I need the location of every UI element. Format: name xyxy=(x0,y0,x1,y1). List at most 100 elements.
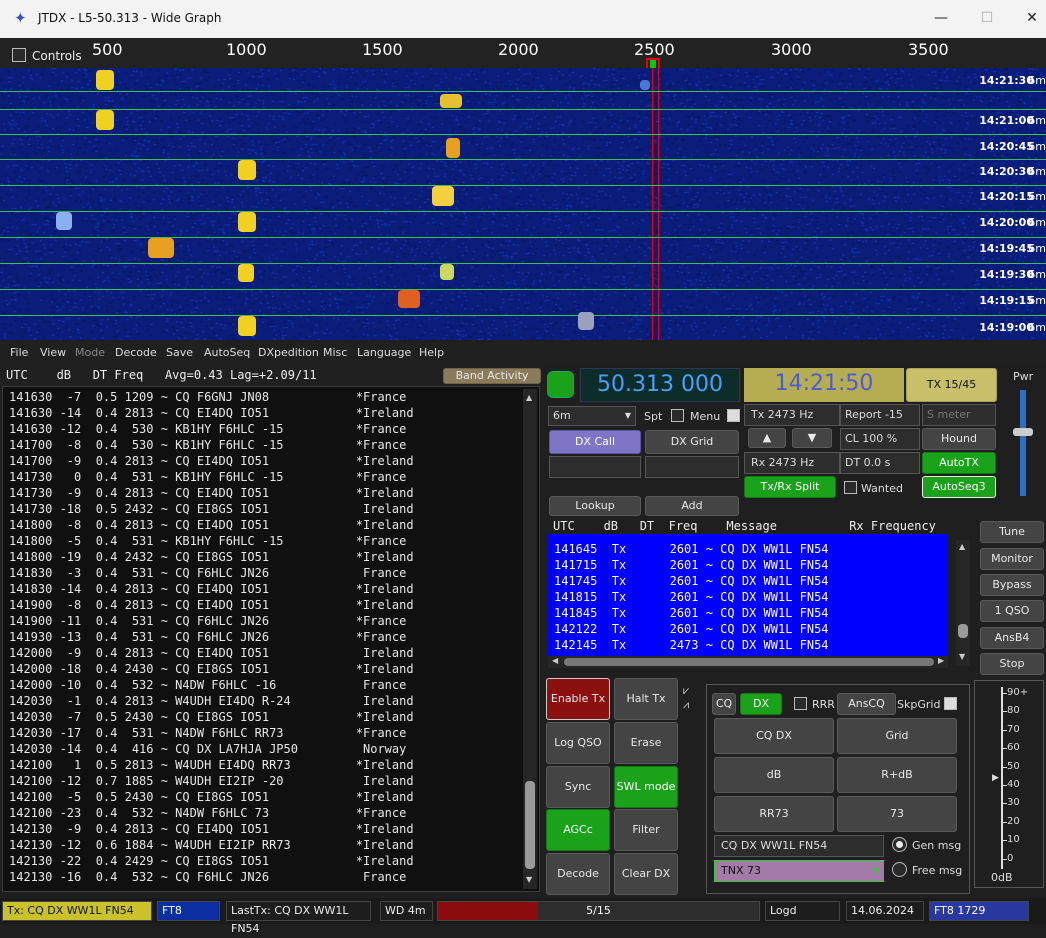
band-activity-button[interactable]: Band Activity xyxy=(443,368,541,384)
grid-button[interactable]: Grid xyxy=(837,718,957,754)
skpgrid-checkbox[interactable] xyxy=(944,697,957,710)
decode-row[interactable]: 141800 -8 0.4 2813 ~ CQ EI4DQ IO51 *Irel… xyxy=(9,518,414,532)
anscq-button[interactable]: AnsCQ xyxy=(837,693,896,715)
decode-row[interactable]: 142130 -9 0.4 2813 ~ CQ EI4DQ IO51 *Irel… xyxy=(9,822,414,836)
band-activity-list[interactable]: 141630 -7 0.5 1209 ~ CQ F6GNJ JN08 *Fran… xyxy=(2,386,540,892)
decode-row[interactable]: 141630 -7 0.5 1209 ~ CQ F6GNJ JN08 *Fran… xyxy=(9,390,406,404)
scroll-down-icon[interactable]: ▼ xyxy=(526,875,532,884)
73-button[interactable]: 73 xyxy=(837,796,957,832)
menu-decode[interactable]: Decode xyxy=(115,346,157,359)
decode-row[interactable]: 141730 0 0.4 531 ~ KB1HY F6HLC -15 *Fran… xyxy=(9,470,406,484)
dx-grid-button[interactable]: DX Grid xyxy=(645,430,739,454)
scroll-up-icon[interactable]: ▲ xyxy=(526,393,532,402)
scroll-up-icon[interactable]: ▲ xyxy=(959,542,965,551)
cq-dx-button[interactable]: CQ DX xyxy=(714,718,834,754)
monitor-button[interactable]: Monitor xyxy=(980,548,1044,570)
decode-row[interactable]: 141800 -5 0.4 531 ~ KB1HY F6HLC -15 *Fra… xyxy=(9,534,406,548)
scroll-thumb[interactable] xyxy=(525,781,535,869)
autoseq3-button[interactable]: AutoSeq3 xyxy=(922,476,996,498)
sync-button[interactable]: Sync xyxy=(546,766,610,808)
rrr-checkbox[interactable] xyxy=(794,697,807,710)
decode-row[interactable]: 141900 -8 0.4 2813 ~ CQ EI4DQ IO51 *Irel… xyxy=(9,598,414,612)
decode-row[interactable]: 142000 -9 0.4 2813 ~ CQ EI4DQ IO51 Irela… xyxy=(9,646,414,660)
spt-checkbox[interactable] xyxy=(671,409,684,422)
decode-row[interactable]: 141830 -3 0.4 531 ~ CQ F6HLC JN26 France xyxy=(9,566,406,580)
stop-button[interactable]: Stop xyxy=(980,653,1044,675)
tx-period-button[interactable]: TX 15/45 xyxy=(906,368,997,402)
wanted-checkbox[interactable] xyxy=(844,481,857,494)
controls-checkbox[interactable] xyxy=(12,48,26,62)
tx-frequency-spinbox[interactable]: Tx 2473 Hz xyxy=(744,404,840,426)
close-icon[interactable]: ✕ xyxy=(1017,6,1046,30)
decode-row[interactable]: 142100 -5 0.5 2430 ~ CQ EI8GS IO51 *Irel… xyxy=(9,790,414,804)
decode-row[interactable]: 142130 -12 0.6 1884 ~ W4UDH EI2IP RR73 *… xyxy=(9,838,414,852)
tx-rx-split-button[interactable]: Tx/Rx Split xyxy=(744,476,836,498)
cl-spinbox[interactable]: CL 100 % xyxy=(840,428,920,450)
halt-tx-button[interactable]: Halt Tx xyxy=(614,678,678,720)
decode-row[interactable]: 142100 1 0.5 2813 ~ W4UDH EI4DQ RR73 *Ir… xyxy=(9,758,414,772)
tx-scrollbar[interactable]: ▲ ▼ xyxy=(956,540,970,666)
minimize-icon[interactable]: — xyxy=(926,6,956,30)
menu-save[interactable]: Save xyxy=(166,346,193,359)
tx-history-row[interactable]: 141845 Tx 2601 ~ CQ DX WW1L FN54 xyxy=(554,606,829,620)
decode-row[interactable]: 142000 -10 0.4 532 ~ N4DW F6HLC -16 Fran… xyxy=(9,678,406,692)
decode-row[interactable]: 141800 -19 0.4 2432 ~ CQ EI8GS IO51 *Ire… xyxy=(9,550,414,564)
bypass-button[interactable]: Bypass xyxy=(980,574,1044,596)
decode-row[interactable]: 142030 -7 0.5 2430 ~ CQ EI8GS IO51 *Irel… xyxy=(9,710,414,724)
r-db-button[interactable]: R+dB xyxy=(837,757,957,793)
tx-history-row[interactable]: 141715 Tx 2601 ~ CQ DX WW1L FN54 xyxy=(554,558,829,572)
dx-button[interactable]: DX xyxy=(740,693,782,715)
filter-button[interactable]: Filter xyxy=(614,809,678,851)
free-message-combo[interactable]: TNX 73 ▼ xyxy=(714,860,884,882)
generated-message-field[interactable]: CQ DX WW1L FN54 xyxy=(714,835,884,857)
agcc-button[interactable]: AGCc xyxy=(546,809,610,851)
decode-row[interactable]: 141830 -14 0.4 2813 ~ CQ EI4DQ IO51 *Ire… xyxy=(9,582,414,596)
menu-checkbox[interactable] xyxy=(727,409,740,422)
lookup-button[interactable]: Lookup xyxy=(549,496,641,516)
rx-frequency-spinbox[interactable]: Rx 2473 Hz xyxy=(744,452,840,474)
waterfall-display[interactable]: 14:21:30 6m 14:21:00 6m 14:20:45 6m 14:20:30 6m… xyxy=(0,68,1046,340)
decode-row[interactable]: 142030 -17 0.4 531 ~ N4DW F6HLC RR73 *Fr… xyxy=(9,726,406,740)
report-spinbox[interactable]: Report -15 xyxy=(840,404,920,426)
clear-dx-button[interactable]: Clear DX xyxy=(614,853,678,895)
tx-history-row[interactable]: 141745 Tx 2601 ~ CQ DX WW1L FN54 xyxy=(554,574,829,588)
menu-autoseq[interactable]: AutoSeq xyxy=(204,346,250,359)
s-meter-field[interactable]: S meter xyxy=(922,404,996,426)
decode-row[interactable]: 141700 -9 0.4 2813 ~ CQ EI4DQ IO51 *Irel… xyxy=(9,454,414,468)
gen-msg-radio[interactable] xyxy=(892,837,907,852)
tx-history-list[interactable]: 141645 Tx 2601 ~ CQ DX WW1L FN54 141715 T… xyxy=(548,534,948,656)
band-select[interactable]: 6m ▼ xyxy=(548,406,636,426)
decode-row[interactable]: 142130 -22 0.4 2429 ~ CQ EI8GS IO51 *Ire… xyxy=(9,854,414,868)
tx-history-row[interactable]: 141815 Tx 2601 ~ CQ DX WW1L FN54 xyxy=(554,590,829,604)
maximize-icon[interactable]: ☐ xyxy=(972,6,1002,30)
menu-mode[interactable]: Mode xyxy=(75,346,105,359)
autotx-button[interactable]: AutoTX xyxy=(922,452,996,474)
ansb4-button[interactable]: AnsB4 xyxy=(980,627,1044,649)
menu-language[interactable]: Language xyxy=(357,346,411,359)
scroll-thumb[interactable] xyxy=(564,658,934,666)
tune-button[interactable]: Tune xyxy=(980,521,1044,543)
dx-call-input[interactable] xyxy=(549,456,641,478)
decode-row[interactable]: 141730 -18 0.5 2432 ~ CQ EI8GS IO51 Irel… xyxy=(9,502,414,516)
dial-frequency-display[interactable]: 50.313 000 xyxy=(580,368,740,402)
decode-scrollbar[interactable]: ▲ ▼ xyxy=(523,389,537,889)
decode-button[interactable]: Decode xyxy=(546,853,610,895)
rr73-button[interactable]: RR73 xyxy=(714,796,834,832)
pwr-slider-handle[interactable] xyxy=(1013,428,1033,436)
decode-row[interactable]: 142130 -16 0.4 532 ~ CQ F6HLC JN26 Franc… xyxy=(9,870,406,884)
decode-row[interactable]: 141630 -14 0.4 2813 ~ CQ EI4DQ IO51 *Ire… xyxy=(9,406,414,420)
dx-grid-input[interactable] xyxy=(645,456,739,478)
dt-spinbox[interactable]: DT 0.0 s xyxy=(840,452,920,474)
swl-mode-button[interactable]: SWL mode xyxy=(614,766,678,808)
decode-row[interactable]: 141730 -9 0.4 2813 ~ CQ EI4DQ IO51 *Irel… xyxy=(9,486,414,500)
decode-row[interactable]: 142100 -23 0.4 532 ~ N4DW F6HLC 73 *Fran… xyxy=(9,806,406,820)
pwr-slider-track[interactable] xyxy=(1020,390,1026,496)
log-qso-button[interactable]: Log QSO xyxy=(546,722,610,764)
decode-row[interactable]: 142100 -12 0.7 1885 ~ W4UDH EI2IP -20 Ir… xyxy=(9,774,414,788)
tx-history-row[interactable]: 141645 Tx 2601 ~ CQ DX WW1L FN54 xyxy=(554,542,829,556)
tx-horizontal-scrollbar[interactable]: ◀ ▶ xyxy=(548,656,948,668)
decode-row[interactable]: 141930 -13 0.4 531 ~ CQ F6HLC JN26 *Fran… xyxy=(9,630,406,644)
decode-row[interactable]: 141630 -12 0.4 530 ~ KB1HY F6HLC -15 *Fr… xyxy=(9,422,406,436)
menu-file[interactable]: File xyxy=(10,346,28,359)
one-qso-button[interactable]: 1 QSO xyxy=(980,600,1044,622)
